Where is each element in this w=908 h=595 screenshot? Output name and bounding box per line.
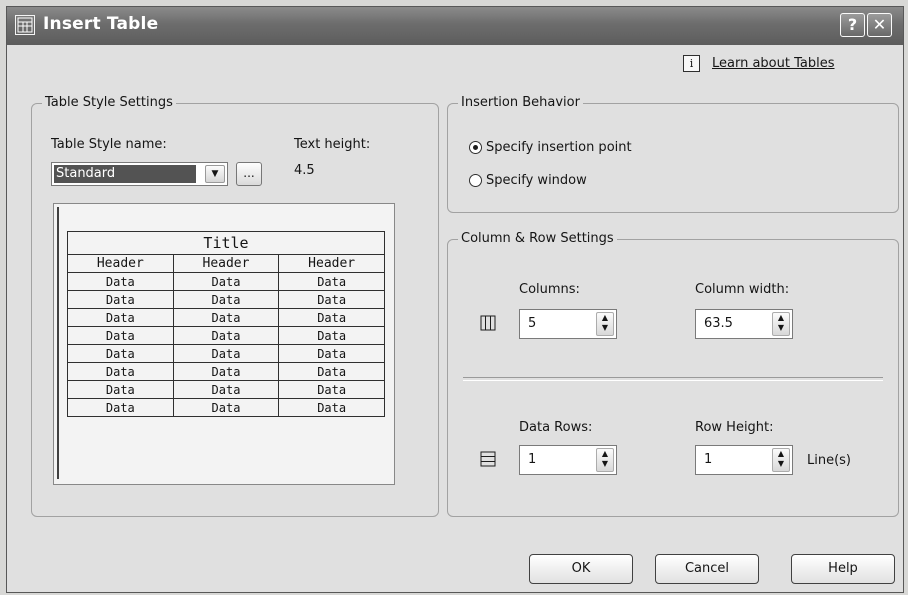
preview-cell: Data	[278, 398, 385, 417]
preview-table-body: Data Data Data Data Data Data Data Data Data Data…	[67, 272, 385, 417]
preview-row: Data Data Data	[67, 344, 385, 363]
preview-cell: Data	[278, 308, 385, 327]
column-width-label: Column width:	[695, 282, 790, 297]
preview-cell: Data	[67, 398, 174, 417]
learn-about-tables-link[interactable]: Learn about Tables	[712, 56, 835, 71]
rows-icon	[480, 451, 496, 467]
window-title: Insert Table	[43, 14, 159, 34]
cancel-button[interactable]: Cancel	[655, 554, 759, 584]
preview-cell: Data	[278, 362, 385, 381]
text-height-label: Text height:	[294, 137, 371, 152]
radio-label: Specify insertion point	[486, 140, 632, 155]
preview-cell: Data	[278, 326, 385, 345]
columns-label: Columns:	[519, 282, 580, 297]
preview-cell: Data	[67, 344, 174, 363]
preview-cell: Data	[172, 380, 280, 399]
data-rows-spinner[interactable]: 1 ▲ ▼	[519, 445, 617, 475]
insertion-behavior-group: Insertion Behavior	[447, 95, 899, 213]
radio-label: Specify window	[486, 173, 587, 188]
preview-header: Header	[278, 254, 385, 273]
preview-row: Data Data Data	[67, 380, 385, 399]
titlebar-help-button[interactable]: ?	[840, 13, 865, 37]
table-style-group-title: Table Style Settings	[42, 95, 176, 110]
data-rows-spinner-arrows[interactable]: ▲ ▼	[596, 448, 614, 472]
preview-cell: Data	[172, 308, 280, 327]
preview-table: Title Header Header Header Data Data Data D…	[67, 231, 385, 417]
close-button[interactable]: ✕	[867, 13, 892, 37]
chevron-down-icon[interactable]: ▼	[205, 165, 225, 183]
preview-divider	[57, 207, 59, 479]
radio-unselected-icon[interactable]	[469, 174, 482, 187]
preview-cell: Data	[278, 344, 385, 363]
settings-separator	[463, 377, 883, 381]
row-height-spinner-arrows[interactable]: ▲ ▼	[772, 448, 790, 472]
preview-cell: Data	[67, 380, 174, 399]
radio-specify-insertion-point[interactable]: Specify insertion point	[469, 140, 632, 155]
insertion-behavior-group-title: Insertion Behavior	[458, 95, 583, 110]
title-bar[interactable]: Insert Table ? ✕	[7, 7, 903, 45]
preview-cell: Data	[67, 362, 174, 381]
columns-value[interactable]: 5	[528, 316, 536, 331]
info-icon: i	[683, 55, 700, 72]
table-style-dropdown[interactable]: Standard ▼	[51, 162, 228, 186]
ok-button[interactable]: OK	[529, 554, 633, 584]
preview-title: Title	[67, 231, 385, 255]
preview-cell: Data	[67, 290, 174, 309]
table-style-selected-value: Standard	[54, 165, 196, 183]
preview-row: Data Data Data	[67, 272, 385, 291]
preview-cell: Data	[278, 272, 385, 291]
preview-header: Header	[172, 254, 280, 273]
radio-selected-icon[interactable]	[469, 141, 482, 154]
learn-about-tables: i Learn about Tables	[683, 55, 835, 72]
preview-row: Data Data Data	[67, 398, 385, 417]
preview-cell: Data	[67, 272, 174, 291]
data-rows-label: Data Rows:	[519, 420, 593, 435]
preview-row: Data Data Data	[67, 308, 385, 327]
preview-row: Data Data Data	[67, 290, 385, 309]
text-height-value: 4.5	[294, 163, 315, 178]
columns-icon	[480, 315, 496, 331]
row-height-unit: Line(s)	[807, 453, 852, 468]
preview-cell: Data	[172, 398, 280, 417]
column-width-value[interactable]: 63.5	[704, 316, 733, 331]
preview-row: Data Data Data	[67, 362, 385, 381]
column-row-settings-group-title: Column & Row Settings	[458, 231, 617, 246]
preview-cell: Data	[278, 290, 385, 309]
columns-spinner-arrows[interactable]: ▲ ▼	[596, 312, 614, 336]
column-width-spinner[interactable]: 63.5 ▲ ▼	[695, 309, 793, 339]
preview-cell: Data	[172, 290, 280, 309]
insert-table-dialog: Insert Table ? ✕ i Learn about Tables Tab…	[6, 6, 904, 593]
data-rows-value[interactable]: 1	[528, 452, 536, 467]
preview-cell: Data	[172, 362, 280, 381]
column-width-spinner-arrows[interactable]: ▲ ▼	[772, 312, 790, 336]
preview-header: Header	[67, 254, 174, 273]
table-icon	[15, 15, 35, 35]
preview-row: Data Data Data	[67, 326, 385, 345]
preview-cell: Data	[172, 272, 280, 291]
browse-table-style-button[interactable]: ...	[236, 162, 262, 186]
preview-cell: Data	[278, 380, 385, 399]
columns-spinner[interactable]: 5 ▲ ▼	[519, 309, 617, 339]
row-height-label: Row Height:	[695, 420, 774, 435]
preview-cell: Data	[67, 308, 174, 327]
row-height-value[interactable]: 1	[704, 452, 712, 467]
table-style-name-label: Table Style name:	[51, 137, 167, 152]
preview-cell: Data	[172, 326, 280, 345]
row-height-spinner[interactable]: 1 ▲ ▼	[695, 445, 793, 475]
radio-specify-window[interactable]: Specify window	[469, 173, 587, 188]
preview-cell: Data	[172, 344, 280, 363]
preview-cell: Data	[67, 326, 174, 345]
help-button[interactable]: Help	[791, 554, 895, 584]
